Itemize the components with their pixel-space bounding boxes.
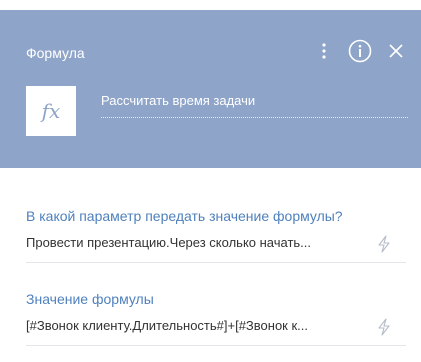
lightning-icon[interactable]	[376, 318, 392, 336]
caption-value: Рассчитать время задачи	[101, 93, 256, 108]
formula-panel: Формула fx Рассчитать время задачи В как…	[0, 0, 421, 362]
formula-symbol: fx	[41, 99, 61, 123]
close-icon[interactable]	[387, 42, 405, 60]
formula-value-field[interactable]: [#Звонок клиенту.Длительность#]+[#Звонок…	[26, 312, 406, 346]
formula-value-label: Значение формулы	[26, 291, 154, 307]
target-parameter-label: В какой параметр передать значение форму…	[26, 208, 343, 224]
target-parameter-field[interactable]: Провести презентацию.Через сколько начат…	[26, 229, 406, 263]
panel-header: Формула fx Рассчитать время задачи	[0, 10, 421, 168]
top-strip	[0, 0, 421, 10]
target-parameter-value: Провести презентацию.Через сколько начат…	[26, 235, 312, 250]
info-icon[interactable]	[347, 38, 373, 64]
formula-value: [#Звонок клиенту.Длительность#]+[#Звонок…	[26, 318, 308, 333]
kebab-menu-icon[interactable]	[317, 40, 331, 62]
lightning-icon[interactable]	[376, 235, 392, 253]
formula-icon: fx	[26, 86, 76, 136]
panel-title: Формула	[26, 45, 85, 61]
caption-field[interactable]: Рассчитать время задачи	[101, 92, 408, 118]
